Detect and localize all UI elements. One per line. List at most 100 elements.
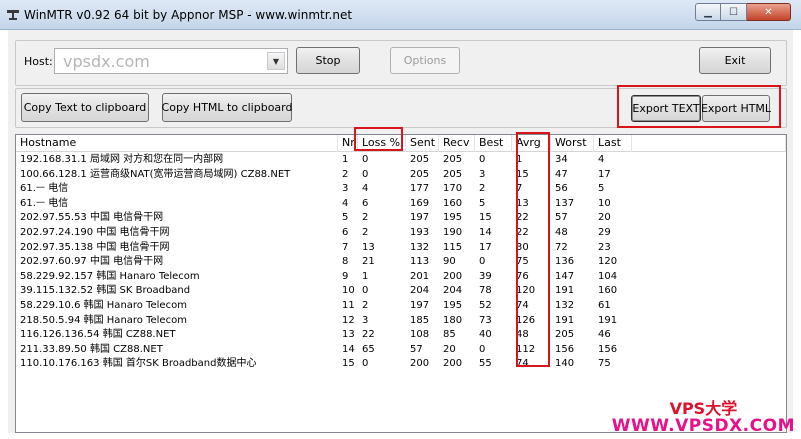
table-cell: 1 bbox=[516, 154, 523, 165]
table-row[interactable]: 202.97.35.138 中国 电信骨干网 7 13 132 115 17 30 72 23 bbox=[16, 241, 786, 256]
table-cell: 115 bbox=[443, 241, 463, 253]
table-cell: 0 bbox=[362, 154, 369, 165]
table-cell: 73 bbox=[479, 314, 492, 326]
trace-results-list[interactable]: Hostname Nr Loss % Sent Recv Best Avrg Worst Las… bbox=[15, 134, 787, 433]
table-cell: 47 bbox=[555, 168, 568, 180]
table-cell: 211.33.89.50 韩国 CZ88.NET bbox=[20, 343, 163, 355]
table-cell: 205 bbox=[555, 329, 575, 341]
table-cell: 6 bbox=[342, 226, 349, 238]
table-cell: 22 bbox=[516, 212, 529, 224]
table-row[interactable]: 39.115.132.52 韩国 SK Broadband 10 0 204 204 78… bbox=[16, 284, 786, 299]
table-row[interactable]: 116.126.136.54 韩国 CZ88.NET 13 22 108 85 40 48 2… bbox=[16, 328, 786, 343]
table-row[interactable]: 58.229.10.6 韩国 Hanaro Telecom 11 2 197 195 52… bbox=[16, 299, 786, 314]
table-cell: 8 bbox=[342, 256, 349, 268]
table-row[interactable]: 58.229.92.157 韩国 Hanaro Telecom 9 1 201 200 3… bbox=[16, 270, 786, 285]
table-cell: 39 bbox=[479, 270, 492, 282]
table-cell: 55 bbox=[479, 358, 492, 370]
table-cell: 156 bbox=[598, 343, 618, 355]
table-cell: 108 bbox=[410, 329, 430, 341]
table-cell: 100.66.128.1 运营商级NAT(宽带运营商局域网) CZ88.NET bbox=[20, 168, 291, 180]
export-text-button[interactable]: Export TEXT bbox=[631, 95, 701, 122]
table-cell: 191 bbox=[598, 314, 618, 326]
table-cell: 3 bbox=[342, 183, 349, 195]
table-row[interactable]: 110.10.176.163 韩国 首尔SK Broadband数据中心 15 0 2… bbox=[16, 357, 786, 372]
table-cell: 29 bbox=[598, 226, 611, 238]
table-cell: 110.10.176.163 韩国 首尔SK Broadband数据中心 bbox=[20, 358, 257, 370]
table-row[interactable]: 61.ᅳ 电信 4 6 169 160 5 13 137 10 bbox=[16, 197, 786, 212]
export-html-button[interactable]: Export HTML bbox=[701, 95, 771, 122]
table-cell: 58.229.10.6 韩国 Hanaro Telecom bbox=[20, 299, 187, 311]
dropdown-arrow-button[interactable]: ▼ bbox=[267, 52, 285, 70]
table-cell: 21 bbox=[362, 256, 375, 268]
table-cell: 48 bbox=[516, 329, 529, 341]
minimize-button[interactable]: ▁ bbox=[695, 3, 721, 21]
table-cell: 15 bbox=[342, 358, 355, 370]
column-header[interactable] bbox=[632, 135, 786, 152]
column-header[interactable]: Last bbox=[594, 135, 632, 152]
options-button[interactable]: Options bbox=[390, 47, 460, 74]
stop-button[interactable]: Stop bbox=[296, 47, 360, 74]
list-body: 192.168.31.1 局域网 对方和您在同一内部网 1 0 205 205 0 1 34 4… bbox=[16, 153, 786, 372]
table-cell: 30 bbox=[516, 241, 529, 253]
column-header[interactable]: Avrg bbox=[512, 135, 551, 152]
table-row[interactable]: 211.33.89.50 韩国 CZ88.NET 14 65 57 20 0 112 156 1… bbox=[16, 343, 786, 358]
table-cell: 205 bbox=[410, 154, 430, 165]
column-header[interactable]: Recv bbox=[439, 135, 475, 152]
table-row[interactable]: 100.66.128.1 运营商级NAT(宽带运营商局域网) CZ88.NET 2… bbox=[16, 168, 786, 183]
table-cell: 5 bbox=[598, 183, 605, 195]
minimize-icon: ▁ bbox=[704, 6, 712, 18]
table-cell: 204 bbox=[443, 285, 463, 297]
table-cell: 201 bbox=[410, 270, 430, 282]
table-row[interactable]: 202.97.55.53 中国 电信骨干网 5 2 197 195 15 22 57 20 bbox=[16, 211, 786, 226]
table-row[interactable]: 202.97.24.190 中国 电信骨干网 6 2 193 190 14 22 48 29 bbox=[16, 226, 786, 241]
table-cell: 202.97.60.97 中国 电信骨干网 bbox=[20, 256, 164, 268]
host-input[interactable] bbox=[55, 49, 267, 73]
table-cell: 46 bbox=[598, 329, 611, 341]
column-header[interactable]: Worst bbox=[551, 135, 594, 152]
table-cell: 191 bbox=[555, 285, 575, 297]
exit-button[interactable]: Exit bbox=[699, 47, 771, 74]
table-cell: 14 bbox=[479, 226, 492, 238]
table-row[interactable]: 202.97.60.97 中国 电信骨干网 8 21 113 90 0 75 136 120 bbox=[16, 255, 786, 270]
window-controls: ▁ ☐ ✕ bbox=[695, 3, 791, 21]
table-cell: 74 bbox=[516, 358, 529, 370]
table-cell: 180 bbox=[443, 314, 463, 326]
table-cell: 218.50.5.94 韩国 Hanaro Telecom bbox=[20, 314, 187, 326]
network-icon bbox=[7, 10, 19, 20]
copy-text-button[interactable]: Copy Text to clipboard bbox=[21, 93, 149, 122]
table-cell: 76 bbox=[516, 270, 529, 282]
table-cell: 20 bbox=[443, 343, 456, 355]
host-combobox[interactable]: ▼ bbox=[54, 48, 288, 74]
table-row[interactable]: 192.168.31.1 局域网 对方和您在同一内部网 1 0 205 205 0 1 34 4 bbox=[16, 153, 786, 168]
table-cell: 10 bbox=[342, 285, 355, 297]
table-cell: 57 bbox=[410, 343, 423, 355]
table-cell: 200 bbox=[410, 358, 430, 370]
table-cell: 113 bbox=[410, 256, 430, 268]
table-cell: 12 bbox=[342, 314, 355, 326]
table-row[interactable]: 61.ᅳ 电信 3 4 177 170 2 7 56 5 bbox=[16, 182, 786, 197]
column-header[interactable]: Hostname bbox=[16, 135, 338, 152]
table-cell: 20 bbox=[598, 212, 611, 224]
maximize-button[interactable]: ☐ bbox=[721, 3, 747, 21]
table-cell: 205 bbox=[443, 168, 463, 180]
title-bar[interactable]: WinMTR v0.92 64 bit by Appnor MSP - www.… bbox=[0, 0, 801, 30]
table-cell: 22 bbox=[516, 226, 529, 238]
table-row[interactable]: 218.50.5.94 韩国 Hanaro Telecom 12 3 185 180 73… bbox=[16, 314, 786, 329]
table-cell: 3 bbox=[479, 168, 486, 180]
copy-html-button[interactable]: Copy HTML to clipboard bbox=[162, 93, 292, 122]
close-button[interactable]: ✕ bbox=[747, 3, 791, 21]
table-cell: 78 bbox=[479, 285, 492, 297]
table-cell: 156 bbox=[555, 343, 575, 355]
column-header[interactable]: Nr bbox=[338, 135, 358, 152]
column-header[interactable]: Sent bbox=[406, 135, 439, 152]
table-cell: 205 bbox=[410, 168, 430, 180]
table-cell: 120 bbox=[598, 256, 618, 268]
table-cell: 200 bbox=[443, 358, 463, 370]
table-cell: 5 bbox=[479, 197, 486, 209]
close-icon: ✕ bbox=[764, 6, 773, 18]
table-cell: 56 bbox=[555, 183, 568, 195]
table-cell: 0 bbox=[479, 154, 486, 165]
column-header[interactable]: Loss % bbox=[358, 135, 406, 152]
table-cell: 9 bbox=[342, 270, 349, 282]
column-header[interactable]: Best bbox=[475, 135, 512, 152]
